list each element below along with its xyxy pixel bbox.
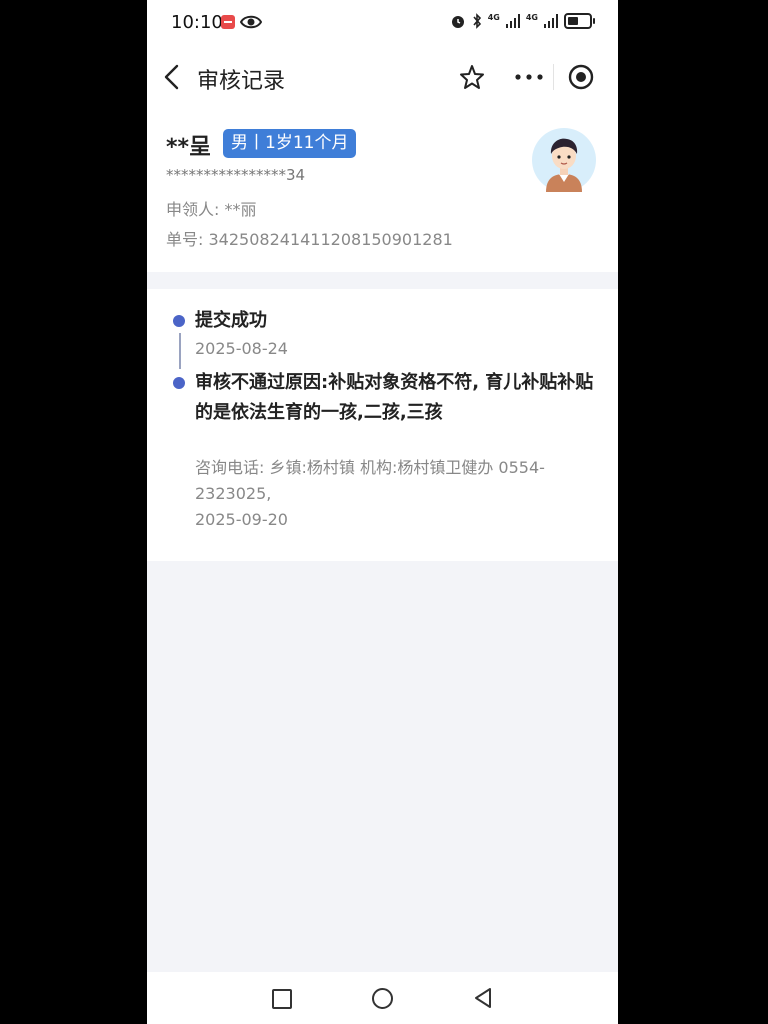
back-icon[interactable] (161, 64, 185, 90)
more-icon[interactable] (515, 74, 543, 80)
timeline-step-date: 2025-09-20 (195, 510, 288, 529)
timeline-dot (173, 377, 185, 389)
gender-age-badge: 男丨1岁11个月 (223, 129, 357, 158)
applicant-row: 申领人: **丽 (166, 196, 257, 220)
system-nav-bar (147, 972, 618, 1024)
applicant-value: **丽 (224, 200, 257, 219)
target-icon[interactable] (568, 64, 594, 90)
network-label-1: 4G (487, 12, 500, 22)
status-icons: 4G 4G (450, 12, 595, 29)
timeline-step-date: 2025-08-24 (195, 339, 288, 358)
recent-apps-icon[interactable] (272, 989, 292, 1009)
notification-icon (221, 15, 235, 29)
signal-icon-2 (544, 14, 558, 28)
home-icon[interactable] (372, 988, 393, 1009)
id-number: ****************34 (166, 166, 306, 184)
bluetooth-icon (473, 13, 481, 29)
alarm-icon (451, 16, 464, 28)
order-value: 342508241411208150901281 (208, 230, 453, 249)
avatar (532, 128, 596, 192)
profile-card: **呈 男丨1岁11个月 ****************34 申领人: **丽… (147, 108, 618, 272)
capsule-divider (553, 64, 554, 90)
timeline-step-title: 审核不通过原因:补贴对象资格不符, 育儿补贴补贴的是依法生育的一孩,二孩,三孩 (195, 372, 594, 423)
phone-screen: 10:10 4G 4G 审核记录 **呈 男丨1岁11个月 **********… (147, 0, 618, 1024)
eye-icon (240, 15, 262, 29)
battery-icon (564, 13, 595, 29)
network-label-2: 4G (525, 12, 538, 22)
applicant-label: 申领人: (166, 200, 220, 219)
person-name: **呈 (166, 135, 212, 160)
signal-icon-1 (505, 14, 520, 28)
timeline-dot (173, 315, 185, 327)
timeline-step-title: 提交成功 (195, 310, 267, 331)
system-back-icon[interactable] (473, 987, 493, 1009)
order-label: 单号: (166, 230, 204, 249)
nav-bar: 审核记录 (147, 46, 618, 108)
page-title: 审核记录 (197, 69, 286, 94)
status-time: 10:10 (171, 12, 223, 33)
timeline-connector (179, 333, 181, 369)
order-row: 单号: 342508241411208150901281 (166, 226, 453, 250)
review-timeline: 提交成功 2025-08-24 审核不通过原因:补贴对象资格不符, 育儿补贴补贴… (147, 289, 618, 561)
status-bar: 10:10 4G 4G (147, 0, 618, 46)
timeline-step-contact: 咨询电话: 乡镇:杨村镇 机构:杨村镇卫健办 0554-2323025, (195, 458, 545, 503)
star-icon[interactable] (459, 64, 485, 90)
